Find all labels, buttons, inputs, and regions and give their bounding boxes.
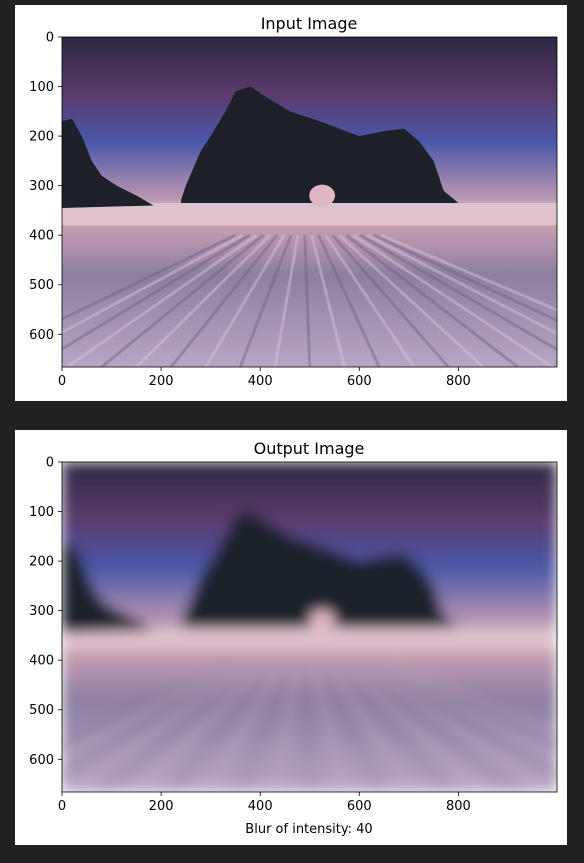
y-tick-label: 0 [46, 456, 54, 471]
y-tick-label: 200 [29, 555, 54, 570]
y-tick-label: 100 [29, 80, 54, 95]
input-image-chart: Input Image 0 200 400 600 800 0 100 200 300 400 50… [29, 14, 558, 389]
y-tick-label: 300 [29, 604, 54, 619]
y-tick-label: 400 [29, 229, 54, 244]
x-axis-label: Blur of intensity: 40 [245, 822, 372, 837]
arch-opening [309, 609, 336, 632]
x-tick-label: 400 [248, 374, 273, 389]
x-tick-label: 200 [149, 374, 174, 389]
output-image-figure: Output Image Blur of intensity: 40 0 200 4… [15, 430, 567, 845]
y-tick-label: 100 [29, 505, 54, 520]
chart-title: Input Image [261, 14, 358, 33]
y-tick-label: 400 [29, 654, 54, 669]
beach-band [62, 202, 557, 226]
y-tick-label: 600 [29, 753, 54, 768]
x-tick-label: 0 [58, 799, 66, 814]
x-tick-label: 400 [248, 799, 273, 814]
x-tick-label: 600 [347, 799, 372, 814]
image-content [62, 37, 557, 367]
y-tick-label: 300 [29, 179, 54, 194]
y-tick-label: 600 [29, 328, 54, 343]
chart-title: Output Image [254, 439, 365, 458]
x-tick-label: 800 [446, 374, 471, 389]
image-content [62, 462, 557, 792]
input-image-figure: Input Image 0 200 400 600 800 0 100 200 300 400 50… [15, 5, 567, 401]
x-tick-label: 600 [347, 374, 372, 389]
y-tick-label: 0 [46, 31, 54, 46]
y-tick-label: 200 [29, 130, 54, 145]
x-tick-label: 200 [149, 799, 174, 814]
y-tick-label: 500 [29, 278, 54, 293]
beach-band [62, 627, 557, 651]
x-tick-label: 800 [446, 799, 471, 814]
x-tick-label: 0 [58, 374, 66, 389]
arch-opening [309, 184, 336, 207]
output-image-chart: Output Image Blur of intensity: 40 0 200 4… [29, 439, 558, 837]
y-tick-label: 500 [29, 703, 54, 718]
